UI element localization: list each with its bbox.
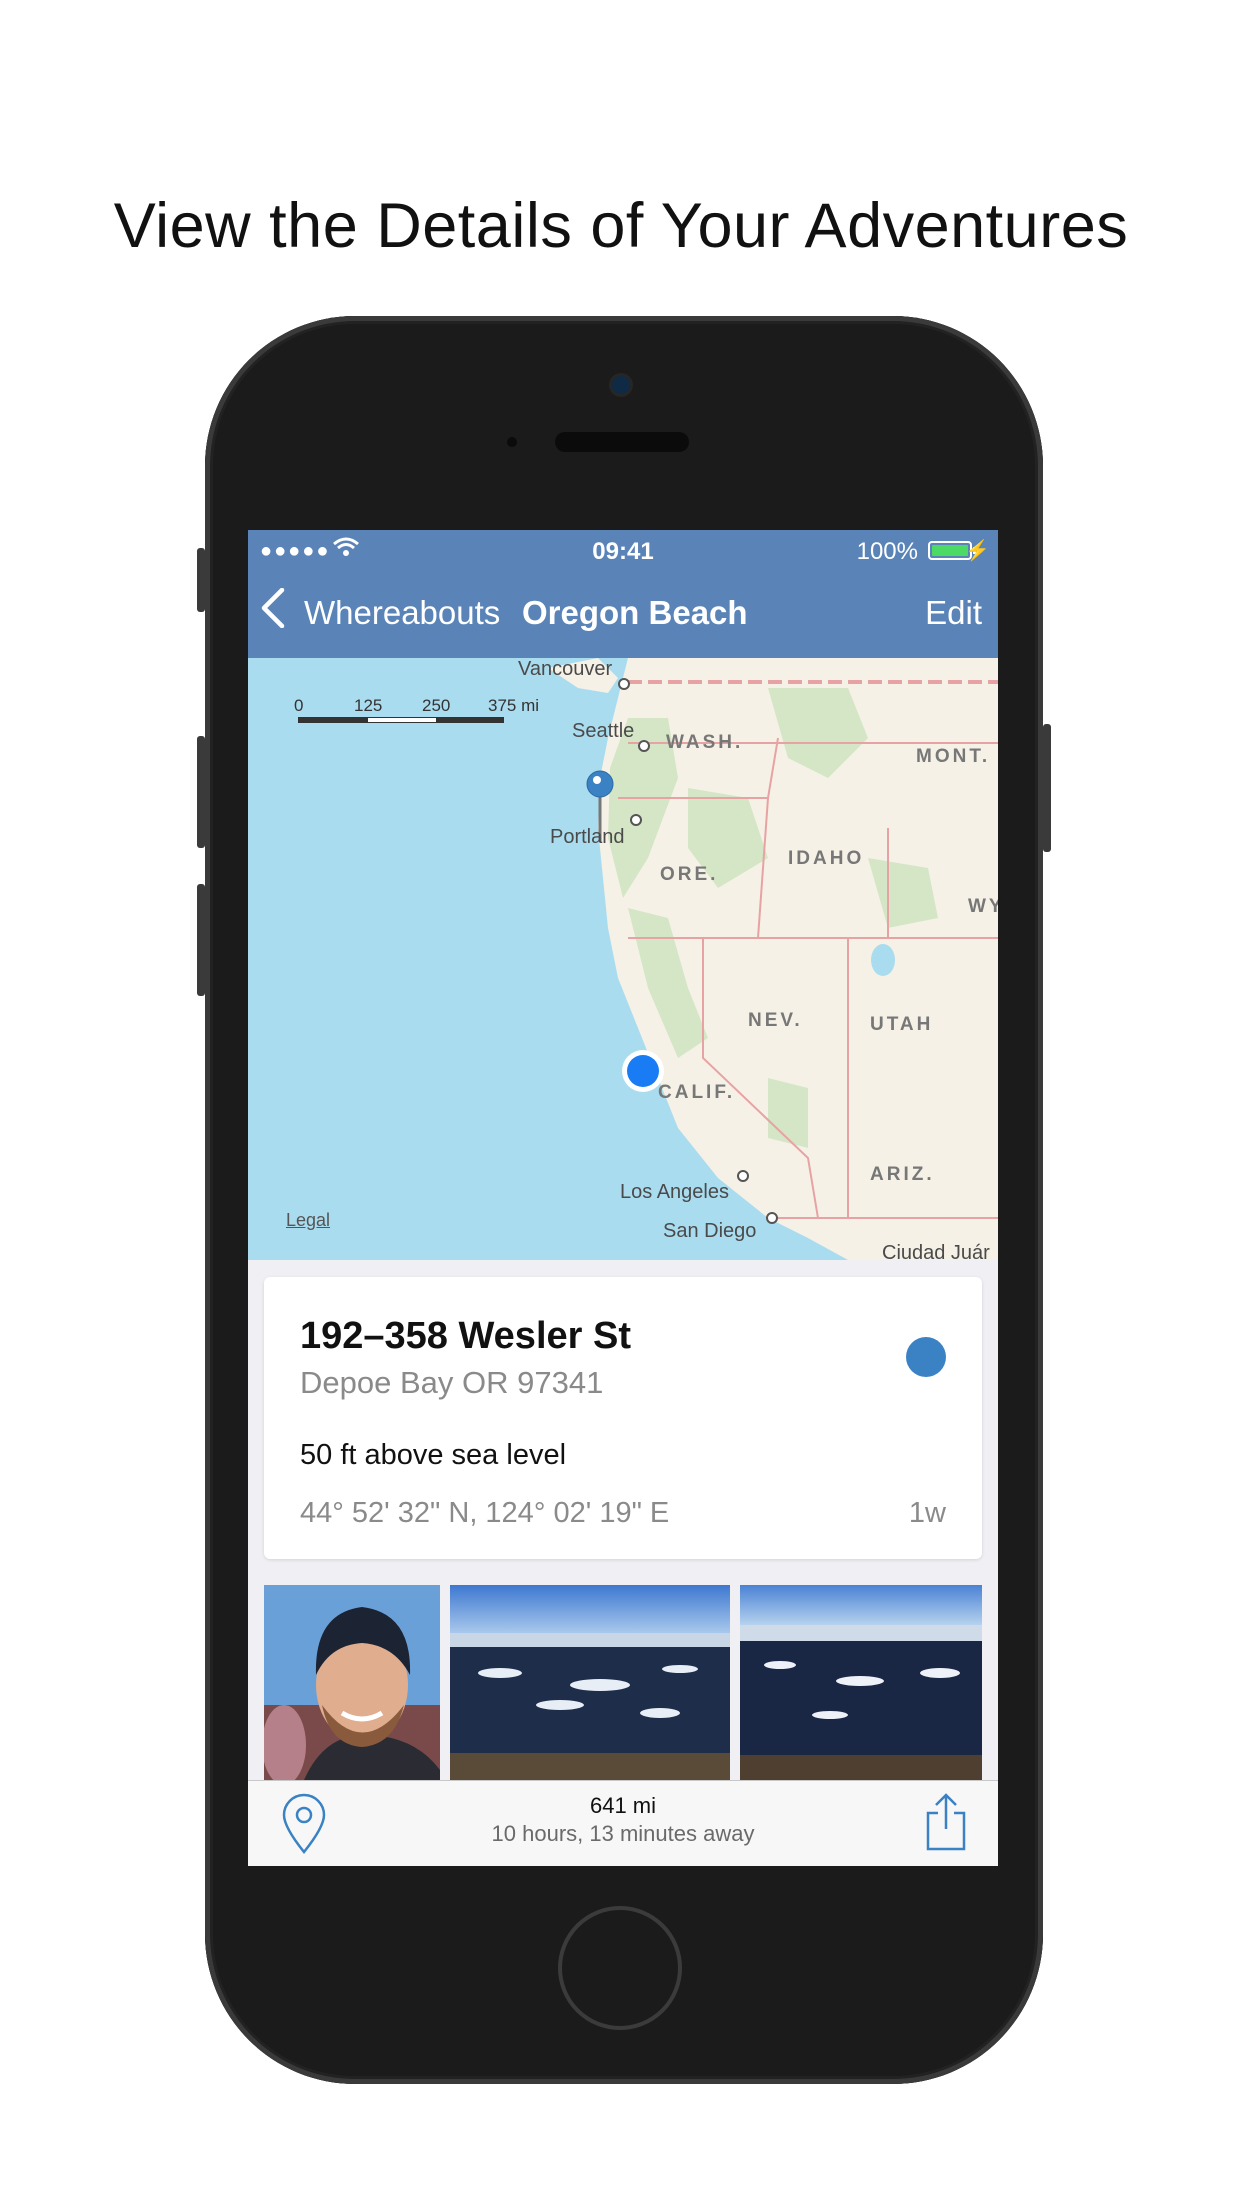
navigation-bar: Whereabouts Oregon Beach Edit: [248, 570, 998, 658]
chevron-left-icon[interactable]: [260, 587, 286, 636]
city-label: Los Angeles: [620, 1181, 729, 1203]
mute-switch: [197, 548, 205, 612]
address-subtitle: Depoe Bay OR 97341: [300, 1365, 604, 1400]
back-button[interactable]: Whereabouts: [304, 594, 500, 632]
state-label: MONT.: [916, 746, 991, 767]
state-label: ORE.: [660, 864, 719, 885]
photo-thumbnail-selfie[interactable]: [264, 1585, 440, 1780]
scale-label: 125: [354, 696, 383, 715]
city-label: San Diego: [663, 1220, 757, 1242]
status-bar: ●●●●● 09:41 100% ⚡: [248, 530, 998, 570]
state-label: UTAH: [870, 1014, 934, 1035]
timestamp-text: 1w: [908, 1497, 946, 1529]
headline: View the Details of Your Adventures: [113, 191, 1129, 261]
coordinates-text: 44° 52' 32" N, 124° 02' 19" E: [300, 1497, 670, 1529]
photo-strip: [264, 1585, 982, 1780]
photo-thumbnail-beach-2[interactable]: [740, 1585, 982, 1780]
location-color-dot: [906, 1337, 946, 1377]
map-view[interactable]: 0 125 250 375 mi Vancouver Seattle Portl…: [248, 658, 998, 1264]
earpiece-speaker: [555, 432, 689, 452]
photo-thumbnail-beach-1[interactable]: [450, 1585, 730, 1780]
bottom-toolbar: 641 mi 10 hours, 13 minutes away: [248, 1780, 998, 1866]
edit-button[interactable]: Edit: [925, 594, 982, 632]
trip-eta: 10 hours, 13 minutes away: [491, 1821, 755, 1846]
home-button[interactable]: [558, 1906, 682, 2030]
city-label: Ciudad Juár: [882, 1242, 990, 1264]
power-button: [1043, 724, 1051, 852]
state-label: IDAHO: [788, 848, 865, 869]
state-label: ARIZ.: [870, 1164, 935, 1185]
state-label: WASH.: [666, 732, 744, 753]
screen: ●●●●● 09:41 100% ⚡ Whereabouts Oregon Be…: [248, 530, 998, 1866]
city-label: Vancouver: [518, 658, 613, 680]
front-camera: [612, 376, 630, 394]
battery-percent: 100%: [856, 538, 918, 565]
charging-icon: ⚡: [965, 540, 990, 562]
share-icon[interactable]: [924, 1793, 968, 1856]
state-label: WY: [968, 896, 998, 917]
state-label: NEV.: [748, 1010, 803, 1031]
proximity-sensor: [507, 437, 517, 447]
volume-down-button: [197, 884, 205, 996]
city-label: Portland: [550, 826, 625, 848]
city-label: Seattle: [572, 720, 635, 742]
scale-label: 250: [422, 696, 451, 715]
scale-label: 375 mi: [488, 696, 540, 715]
legal-link[interactable]: Legal: [286, 1210, 330, 1231]
trip-distance: 641 mi: [589, 1793, 657, 1818]
page-title: Oregon Beach: [522, 594, 748, 631]
volume-up-button: [197, 736, 205, 848]
elevation-text: 50 ft above sea level: [300, 1439, 567, 1471]
address-title: 192–358 Wesler St: [300, 1315, 631, 1357]
state-label: CALIF.: [658, 1082, 736, 1103]
scale-label: 0: [294, 696, 304, 715]
location-card[interactable]: 192–358 Wesler St Depoe Bay OR 97341 50 …: [264, 1277, 982, 1559]
